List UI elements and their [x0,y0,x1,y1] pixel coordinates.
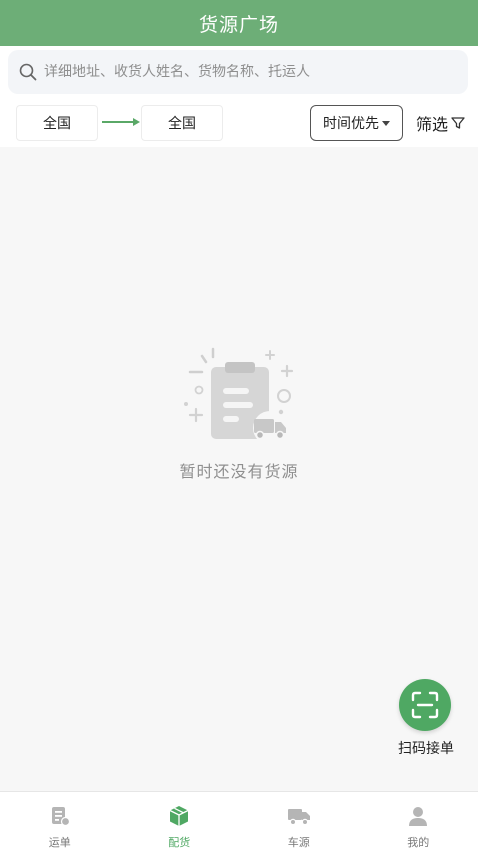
funnel-icon [451,117,465,129]
page-title: 货源广场 [198,13,279,36]
sort-dropdown[interactable]: 时间优先 [310,105,403,141]
nav-label-vehicles: 车源 [287,836,310,849]
destination-region-label: 全国 [168,116,196,132]
filter-label: 筛选 [416,115,449,134]
origin-region-selector[interactable]: 全国 [16,105,98,141]
scan-button[interactable] [399,679,451,731]
origin-region-label: 全国 [43,116,71,132]
waybill-icon [51,807,70,827]
route-arrow-icon [102,118,140,126]
search-bar-container [0,46,478,101]
destination-region-selector[interactable]: 全国 [141,105,223,141]
bottom-nav: 运单 配货 车源 我的 [0,791,478,850]
nav-item-mine[interactable]: 我的 [359,792,478,850]
nav-item-dispatch[interactable]: 配货 [120,792,240,850]
scan-icon [411,691,439,719]
caret-down-icon [382,120,390,126]
nav-label-waybill: 运单 [48,836,71,849]
nav-label-mine: 我的 [407,836,430,849]
app-root: 货源广场 全国 全国 时间优先 筛选 [0,0,478,850]
search-icon [19,63,37,81]
empty-state-message: 暂时还没有货源 [179,462,299,481]
filter-row: 全国 全国 时间优先 筛选 [0,101,478,147]
box-icon [169,806,189,826]
truck-icon [287,809,310,826]
page-header: 货源广场 [0,0,478,46]
user-icon [409,807,428,826]
search-input[interactable] [44,64,444,80]
filter-button[interactable]: 筛选 [416,105,472,141]
search-box[interactable] [8,50,468,94]
empty-clipboard-icon [184,347,294,445]
scan-label: 扫码接单 [398,741,454,757]
nav-item-waybill[interactable]: 运单 [0,792,120,850]
sort-label: 时间优先 [323,116,379,132]
nav-label-dispatch: 配货 [168,836,191,849]
nav-item-vehicles[interactable]: 车源 [239,792,359,850]
